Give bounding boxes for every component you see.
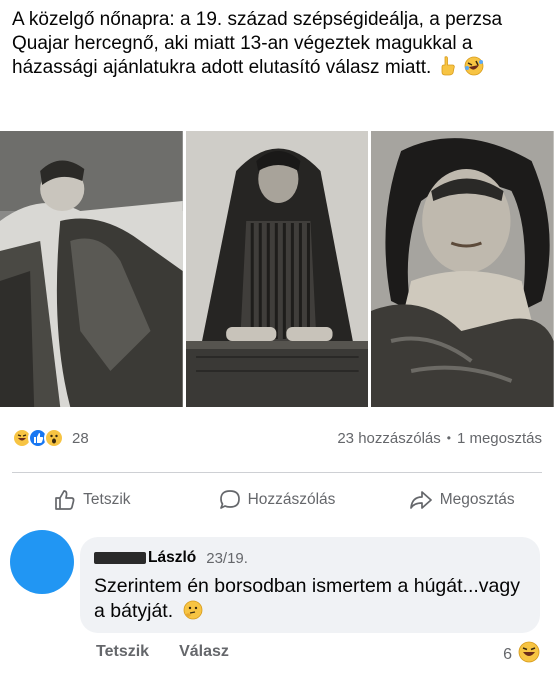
photo-reclining-princess[interactable] <box>0 131 183 407</box>
comment-bubble-icon <box>219 489 241 511</box>
haha-reaction-icon <box>518 641 540 668</box>
comment-author[interactable]: László <box>148 549 196 567</box>
like-label: Tetszik <box>83 491 131 508</box>
comment-label: Hozzászólás <box>247 491 336 508</box>
comment-time: 23/19. <box>206 549 248 567</box>
stats-separator: • <box>446 431 451 445</box>
redacted-name-bar <box>94 552 146 564</box>
comment-count-link[interactable]: 23 hozzászólás <box>337 430 440 447</box>
reaction-summary[interactable]: 28 <box>12 428 89 448</box>
photo-standing-princess[interactable] <box>185 131 369 407</box>
like-button[interactable]: Tetszik <box>0 480 185 520</box>
comment-reactions[interactable]: 6 <box>503 641 540 668</box>
share-count-link[interactable]: 1 megosztás <box>457 430 542 447</box>
divider <box>12 472 542 473</box>
share-arrow-icon <box>409 489 433 511</box>
comment-header: László 23/19. <box>94 546 248 570</box>
post-stats: 28 23 hozzászólás • 1 megosztás <box>12 425 542 451</box>
comment-actions: Tetszik Válasz <box>96 643 229 661</box>
share-label: Megosztás <box>439 491 515 508</box>
post-text-block: A közelgő nőnapra: a 19. század szépségi… <box>12 8 542 83</box>
photo-portrait-princess[interactable] <box>371 131 554 407</box>
comment-body: Szerintem én borsodban ismertem a húgát.… <box>94 574 524 627</box>
post-text: A közelgő nőnapra: a 19. század szépségi… <box>12 9 503 78</box>
thumbs-up-icon <box>54 489 76 511</box>
comment-like-button[interactable]: Tetszik <box>96 643 149 661</box>
avatar[interactable] <box>10 530 74 594</box>
finger-emoji-icon <box>439 56 457 83</box>
share-button[interactable]: Megosztás <box>369 480 554 520</box>
comment-reaction-count: 6 <box>503 645 512 663</box>
comment-text: Szerintem én borsodban ismertem a húgát.… <box>94 575 520 622</box>
comment-reply-button[interactable]: Válasz <box>179 643 229 661</box>
thinking-emoji-icon <box>183 600 203 627</box>
reaction-count: 28 <box>72 429 89 447</box>
post-actions: Tetszik Hozzászólás Megosztás <box>0 480 554 520</box>
photo-grid <box>0 131 554 407</box>
wow-reaction-icon <box>44 428 64 448</box>
rofl-emoji-icon <box>464 56 484 83</box>
comment-button[interactable]: Hozzászólás <box>185 480 370 520</box>
